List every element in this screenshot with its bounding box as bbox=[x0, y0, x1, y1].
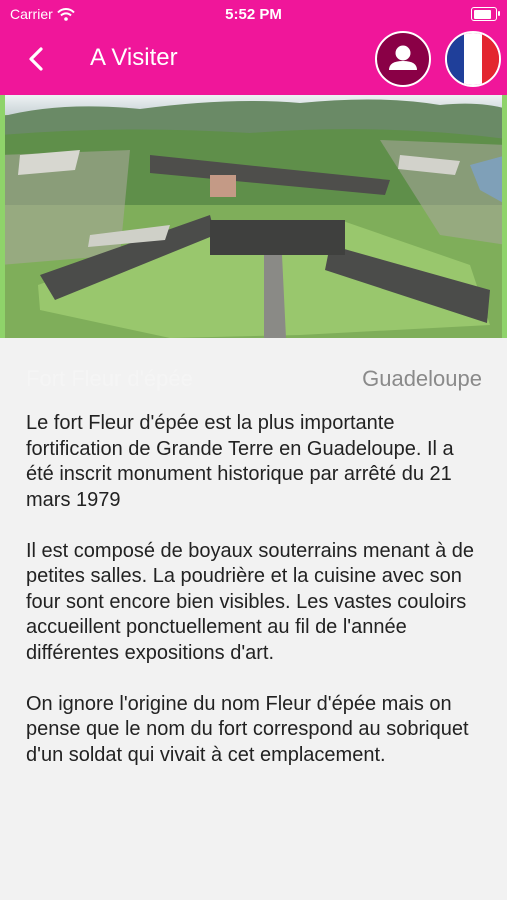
place-region: Guadeloupe bbox=[362, 366, 482, 391]
profile-button[interactable] bbox=[375, 31, 431, 87]
language-flag-button[interactable] bbox=[445, 31, 501, 87]
description-paragraph: Le fort Fleur d'épée est la plus importa… bbox=[26, 412, 454, 511]
battery-icon bbox=[471, 7, 500, 21]
place-name: Fort Fleur d'épée bbox=[26, 366, 193, 391]
app-header: Carrier 5:52 PM A Visiter bbox=[0, 0, 507, 95]
france-flag-icon bbox=[447, 33, 465, 85]
place-photo bbox=[0, 95, 507, 338]
status-bar: Carrier 5:52 PM bbox=[0, 0, 507, 30]
description-paragraph: On ignore l'origine du nom Fleur d'épée … bbox=[26, 692, 469, 766]
fort-aerial-image bbox=[0, 95, 507, 338]
description-paragraph: Il est composé de boyaux souterrains men… bbox=[26, 539, 475, 664]
battery-level bbox=[473, 9, 492, 19]
page-title: A Visiter bbox=[90, 44, 178, 71]
back-chevron-icon[interactable] bbox=[20, 42, 54, 76]
place-description: Le fort Fleur d'épée est la plus importa… bbox=[26, 411, 486, 794]
status-time: 5:52 PM bbox=[225, 6, 282, 23]
user-icon bbox=[389, 45, 417, 70]
